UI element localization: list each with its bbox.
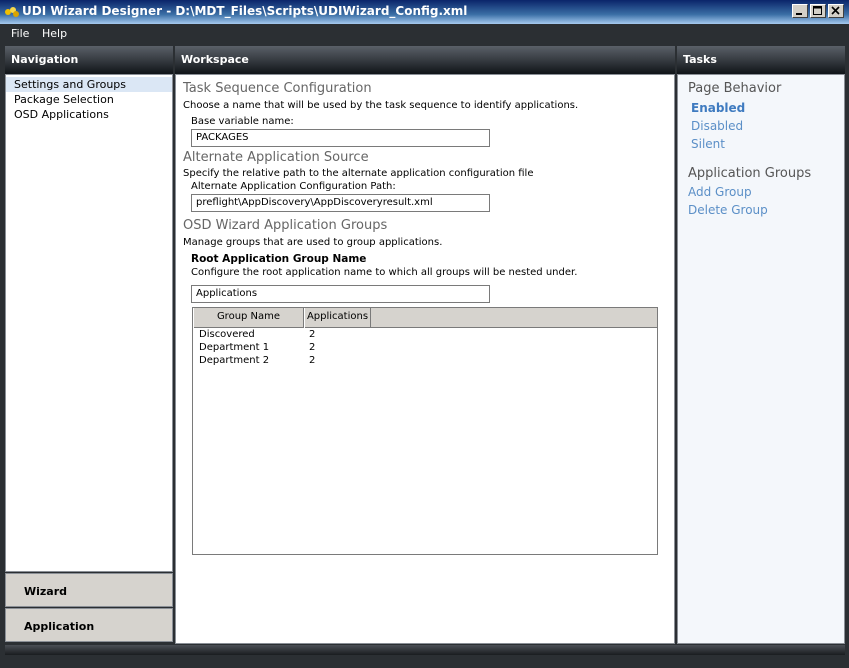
status-bar [5,645,845,655]
alternate-path-label: Alternate Application Configuration Path… [191,181,396,192]
app-icon [5,7,19,17]
applications-cell: 2 [309,329,316,340]
workspace-body: Task Sequence Configuration Choose a nam… [175,74,675,644]
root-group-label: Root Application Group Name [191,253,367,265]
minimize-icon [796,13,802,15]
nav-item-package-selection[interactable]: Package Selection [6,92,172,107]
column-group-name[interactable]: Group Name [193,308,304,328]
navigation-list: Settings and Groups Package Selection OS… [5,74,173,572]
root-group-input[interactable]: Applications [191,285,490,303]
disabled-link[interactable]: Disabled [691,119,743,133]
base-variable-label: Base variable name: [191,116,294,127]
close-button[interactable] [828,4,844,18]
applications-cell: 2 [309,342,316,353]
add-group-link[interactable]: Add Group [688,185,752,199]
navigation-header: Navigation [5,46,173,74]
root-group-description: Configure the root application name to w… [191,267,578,278]
application-groups-description: Manage groups that are used to group app… [183,237,443,248]
workspace-header: Workspace [175,46,675,74]
nav-item-osd-applications[interactable]: OSD Applications [6,107,172,122]
group-name-cell: Department 1 [199,342,270,353]
wizard-button[interactable]: Wizard [5,573,173,607]
maximize-button[interactable] [810,4,826,18]
base-variable-input[interactable]: PACKAGES [191,129,490,147]
maximize-icon [813,6,822,15]
table-row[interactable]: Discovered 2 [193,329,657,342]
tasks-panel: Tasks Page Behavior Enabled Disabled Sil… [677,46,845,644]
menu-bar: File Help [0,24,849,44]
tasks-header: Tasks [677,46,845,74]
groups-table[interactable]: Group Name Applications Discovered 2 Dep… [192,307,658,555]
groups-table-header: Group Name Applications [193,308,657,328]
silent-link[interactable]: Silent [691,137,725,151]
group-name-cell: Discovered [199,329,255,340]
tasks-body: Page Behavior Enabled Disabled Silent Ap… [677,74,845,644]
delete-group-link[interactable]: Delete Group [688,203,768,217]
navigation-panel: Navigation Settings and Groups Package S… [5,46,173,644]
menu-file[interactable]: File [11,27,29,40]
workspace-panel: Workspace Task Sequence Configuration Ch… [175,46,675,644]
alternate-path-input[interactable]: preflight\AppDiscovery\AppDiscoveryresul… [191,194,490,212]
nav-item-settings-and-groups[interactable]: Settings and Groups [6,77,172,92]
menu-help[interactable]: Help [42,27,67,40]
task-sequence-description: Choose a name that will be used by the t… [183,100,579,111]
minimize-button[interactable] [792,4,808,18]
title-bar: UDI Wizard Designer - D:\MDT_Files\Scrip… [0,0,849,24]
group-name-cell: Department 2 [199,355,270,366]
enabled-link[interactable]: Enabled [691,101,745,115]
application-groups-title: OSD Wizard Application Groups [183,218,388,233]
alternate-source-description: Specify the relative path to the alterna… [183,168,534,179]
table-row[interactable]: Department 2 2 [193,355,657,368]
table-row[interactable]: Department 1 2 [193,342,657,355]
close-icon [831,6,840,15]
page-behavior-title: Page Behavior [688,81,782,96]
task-sequence-title: Task Sequence Configuration [183,81,372,96]
application-groups-tasks-title: Application Groups [688,166,812,181]
applications-cell: 2 [309,355,316,366]
alternate-source-title: Alternate Application Source [183,150,369,165]
window-title: UDI Wizard Designer - D:\MDT_Files\Scrip… [22,4,468,18]
column-applications[interactable]: Applications [304,308,371,328]
application-button[interactable]: Application [5,608,173,642]
